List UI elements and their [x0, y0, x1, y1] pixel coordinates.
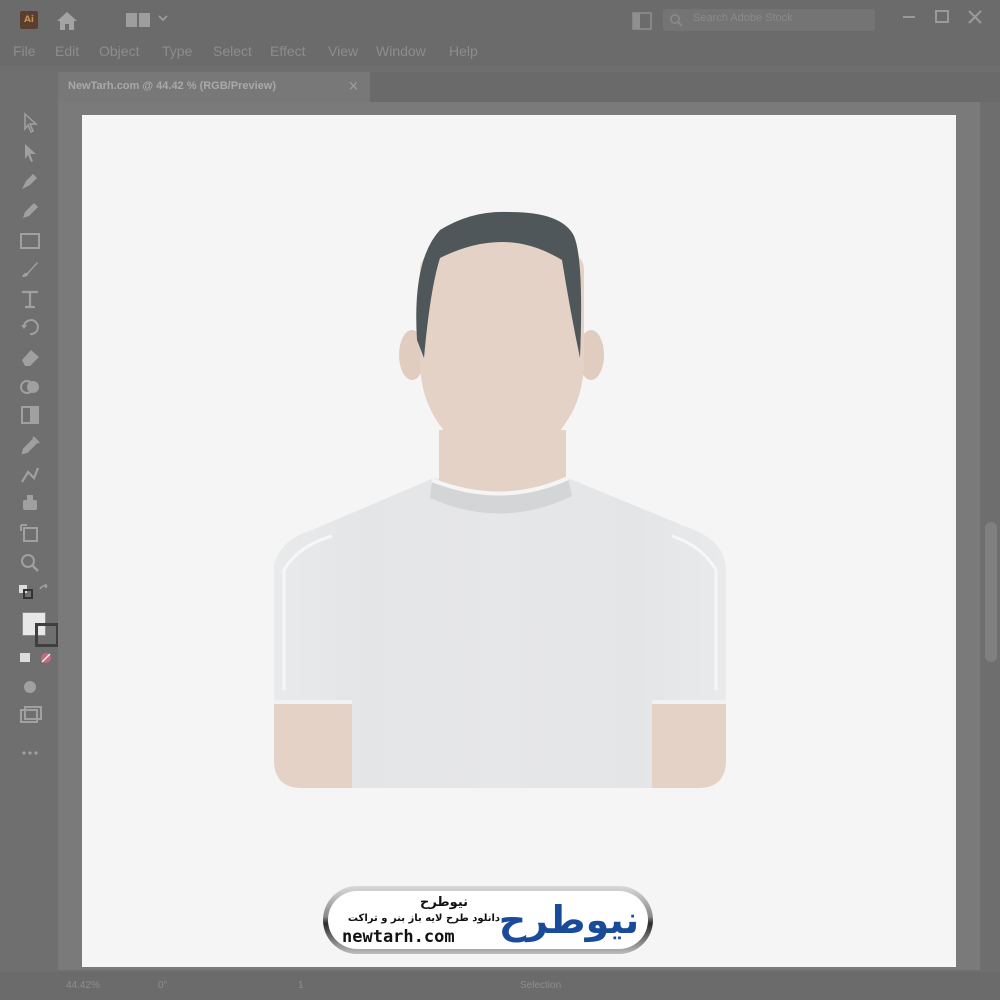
menu-edit[interactable]: Edit: [55, 43, 79, 59]
newtarh-watermark: نیوطرح دانلود طرح لایه باز بنر و تراکت n…: [323, 886, 653, 954]
close-icon[interactable]: [964, 6, 986, 28]
eraser-tool-icon[interactable]: [18, 346, 42, 368]
home-icon[interactable]: [55, 10, 79, 32]
app-logo[interactable]: Ai: [20, 11, 38, 29]
left-arm: [274, 700, 352, 788]
menu-select[interactable]: Select: [213, 43, 252, 59]
workspace-switcher-icon[interactable]: [125, 12, 151, 28]
swap-colors-icon[interactable]: [38, 584, 52, 598]
watermark-url: newtarh.com: [342, 927, 455, 947]
watermark-title: نیوطرح: [419, 895, 469, 910]
blend-tool-icon[interactable]: [18, 464, 42, 486]
newtarh-logo-text: نیوطرح: [498, 898, 640, 942]
chevron-down-icon[interactable]: [157, 12, 169, 24]
menu-window[interactable]: Window: [376, 43, 426, 59]
artboard-tool-icon[interactable]: [18, 522, 42, 544]
right-arm: [652, 700, 726, 788]
menu-object[interactable]: Object: [99, 43, 139, 59]
artboard-number[interactable]: 1: [298, 980, 304, 991]
vertical-scrollbar[interactable]: [982, 102, 1000, 970]
paintbrush-tool-icon[interactable]: [18, 258, 42, 280]
newtarh-logo: نیوطرح: [494, 893, 646, 947]
rotate-tool-icon[interactable]: [18, 316, 42, 338]
arrange-documents-icon[interactable]: [632, 12, 652, 30]
shape-builder-tool-icon[interactable]: [18, 376, 42, 398]
color-mode-icons[interactable]: [18, 650, 52, 666]
eyedropper-tool-icon[interactable]: [18, 434, 42, 456]
stroke-color-swatch[interactable]: [35, 623, 59, 647]
user-avatar-illustration: [274, 211, 726, 788]
rectangle-tool-icon[interactable]: [18, 230, 42, 252]
document-tab-bar: NewTarh.com @ 44.42 % (RGB/Preview) ×: [58, 72, 1000, 102]
tools-panel: [10, 102, 59, 782]
free-transform-tool-icon[interactable]: [18, 404, 42, 426]
rotation-value[interactable]: 0°: [158, 980, 168, 991]
menu-file[interactable]: File: [13, 43, 36, 59]
menu-type[interactable]: Type: [162, 43, 192, 59]
menu-bar: File Edit Object Type Select Effect View…: [0, 40, 1000, 66]
default-colors-icon[interactable]: [18, 584, 34, 600]
screen-mode-icon[interactable]: [18, 704, 42, 726]
minimize-icon[interactable]: [898, 6, 920, 28]
type-tool-icon[interactable]: [18, 288, 42, 310]
more-tools-icon[interactable]: [18, 742, 42, 764]
menu-view[interactable]: View: [328, 43, 358, 59]
zoom-tool-icon[interactable]: [18, 552, 42, 574]
search-icon: [670, 14, 683, 27]
title-bar: Ai Search Adobe Stock: [0, 0, 1000, 40]
draw-mode-icon[interactable]: [18, 676, 42, 698]
symbol-sprayer-tool-icon[interactable]: [18, 492, 42, 514]
selection-tool-icon[interactable]: [18, 112, 42, 134]
document-tab-label: NewTarh.com @ 44.42 % (RGB/Preview): [68, 80, 276, 92]
scrollbar-thumb[interactable]: [985, 522, 997, 662]
status-bar: 44.42% 0° 1 Selection: [0, 972, 1000, 1000]
menu-effect[interactable]: Effect: [270, 43, 306, 59]
menu-help[interactable]: Help: [449, 43, 478, 59]
direct-selection-tool-icon[interactable]: [18, 142, 42, 164]
tab-close-icon[interactable]: ×: [348, 79, 359, 94]
maximize-icon[interactable]: [931, 6, 953, 28]
pencil-tool-icon[interactable]: [18, 200, 42, 222]
watermark-subtitle: دانلود طرح لایه باز بنر و تراکت: [347, 913, 501, 924]
zoom-level[interactable]: 44.42%: [66, 980, 100, 991]
watermark-panel: نیوطرح دانلود طرح لایه باز بنر و تراکت n…: [328, 891, 648, 949]
search-placeholder: Search Adobe Stock: [693, 12, 793, 24]
document-tab[interactable]: NewTarh.com @ 44.42 % (RGB/Preview) ×: [58, 72, 370, 102]
current-tool: Selection: [520, 980, 562, 991]
search-stock-field[interactable]: Search Adobe Stock: [663, 9, 875, 31]
pen-tool-icon[interactable]: [18, 170, 42, 192]
